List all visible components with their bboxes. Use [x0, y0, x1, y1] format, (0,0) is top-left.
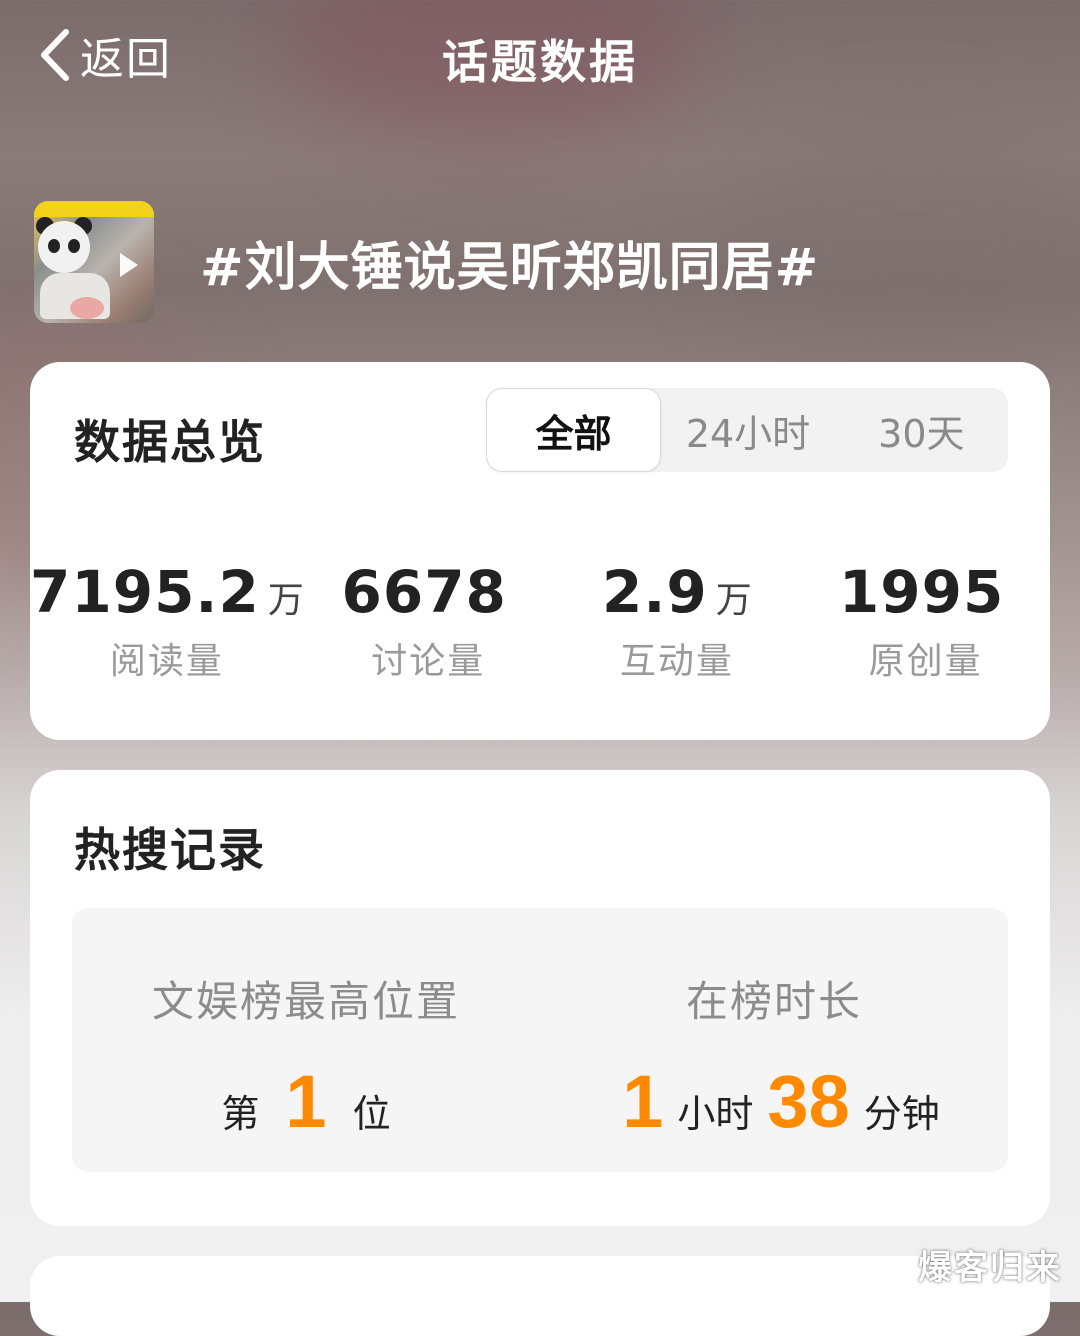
stat-discussions: 6678 讨论量	[304, 558, 553, 684]
hours-unit: 小时	[677, 1092, 754, 1136]
duration-minutes: 38	[767, 1060, 850, 1143]
tab-24h[interactable]: 24小时	[661, 388, 834, 472]
rank-suffix: 位	[352, 1092, 391, 1136]
stat-value: 7195.2	[30, 558, 260, 626]
overview-title: 数据总览	[74, 415, 266, 469]
stat-unit: 万	[267, 580, 304, 621]
hot-search-title: 热搜记录	[74, 823, 266, 877]
hot-search-panel: 文娱榜最高位置 第 1 位 在榜时长 1 小时 38 分钟	[72, 908, 1008, 1172]
tab-30d[interactable]: 30天	[835, 388, 1008, 472]
rank-column: 文娱榜最高位置 第 1 位	[72, 908, 540, 1172]
stat-value: 6678	[341, 558, 507, 626]
duration-column: 在榜时长 1 小时 38 分钟	[540, 908, 1008, 1172]
next-card	[30, 1256, 1050, 1336]
stat-label: 原创量	[868, 641, 983, 682]
minutes-unit: 分钟	[863, 1092, 940, 1136]
stat-value: 2.9	[602, 558, 708, 626]
hot-search-card: 热搜记录 文娱榜最高位置 第 1 位 在榜时长 1 小时 38 分钟	[30, 770, 1050, 1226]
stat-unit: 万	[715, 580, 752, 621]
rank-prefix: 第	[221, 1092, 260, 1136]
stat-label: 讨论量	[371, 641, 486, 682]
duration-label: 在榜时长	[685, 977, 862, 1026]
navigation-bar: 返回 话题数据	[0, 0, 1080, 112]
watermark-text: 爆客归来	[918, 1248, 1062, 1288]
page-title: 话题数据	[442, 35, 638, 89]
stat-interactions: 2.9 万 互动量	[553, 558, 802, 684]
stat-label: 阅读量	[109, 641, 224, 682]
time-range-tabs: 全部 24小时 30天	[486, 388, 1008, 472]
rank-value: 1	[285, 1060, 327, 1143]
rank-label: 文娱榜最高位置	[151, 977, 460, 1026]
topic-header: #刘大锤说吴昕郑凯同居#	[34, 200, 819, 324]
stats-row: 7195.2 万 阅读量 6678 讨论量 2.9 万 互动量 1995 原创量	[30, 558, 1050, 684]
stat-label: 互动量	[619, 641, 734, 682]
tab-all[interactable]: 全部	[486, 388, 662, 472]
data-overview-card: 数据总览 全部 24小时 30天 7195.2 万 阅读量 6678 讨论量 2…	[30, 362, 1050, 740]
video-thumbnail-icon[interactable]	[34, 201, 154, 323]
stat-originals: 1995 原创量	[801, 558, 1050, 684]
duration-hours: 1	[622, 1060, 664, 1143]
topic-title: #刘大锤说吴昕郑凯同居#	[200, 237, 820, 298]
play-icon	[120, 253, 138, 277]
stat-value: 1995	[838, 558, 1005, 626]
stat-reads: 7195.2 万 阅读量	[30, 558, 304, 684]
